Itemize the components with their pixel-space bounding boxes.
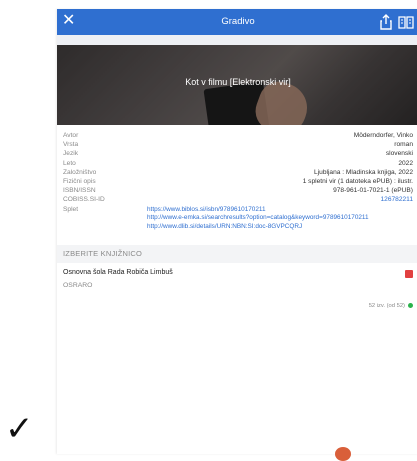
detail-row: Založništvo Ljubljana : Mladinska knjiga,… [63,168,413,176]
share-icon[interactable] [379,14,393,30]
top-bar: ✕ Gradivo [57,9,417,35]
cobiss-link[interactable]: 126782211 [380,195,413,204]
floating-action-icon[interactable] [335,447,351,461]
page-title: Gradivo [221,16,255,27]
section-header-library: IZBERITE KNJIŽNICO [57,245,417,263]
web-links-row: Splet https://www.biblos.si/isbn/9789610… [63,206,413,232]
library-code: OSRARO [63,282,93,289]
checkmark-icon: ✓ [5,409,34,449]
item-detail-panel: ✕ Gradivo Kot v filmu [Elektronski vir] … [57,9,417,454]
web-link[interactable]: http://www.e-emka.si/searchresults?optio… [147,214,413,223]
available-dot-icon [408,303,413,308]
library-badge-icon [405,270,413,278]
item-title: Kot v filmu [Elektronski vir] [185,77,291,87]
web-link[interactable]: http://www.dlib.si/details/URN:NBN:SI:do… [147,223,413,232]
library-list-item[interactable]: Osnovna šola Rada Robiča Limbuš OSRARO 5… [57,263,417,319]
detail-row: ISBN/ISSN 978-961-01-7021-1 (ePUB) [63,187,413,195]
detail-row: Vrsta roman [63,141,413,149]
availability-status: 52 izv. (od 52) [369,303,413,309]
detail-row: Fizični opis 1 spletni vir (1 datoteka eP… [63,177,413,185]
detail-row: Jezik slovenski [63,150,413,158]
header-spacer [57,35,417,45]
cover-banner: Kot v filmu [Elektronski vir] [57,45,417,125]
web-link[interactable]: https://www.biblos.si/isbn/9789610170211 [147,206,413,215]
detail-row: Leto 2022 [63,159,413,167]
detail-row: Avtor Möderndorfer, Vinko [63,132,413,139]
library-name: Osnovna šola Rada Robiča Limbuš [63,269,173,276]
details-list: Avtor Möderndorfer, Vinko Vrsta roman Jezi… [57,125,417,231]
detail-row: COBISS.SI-ID 126782211 [63,195,413,204]
book-open-icon[interactable] [398,14,414,30]
